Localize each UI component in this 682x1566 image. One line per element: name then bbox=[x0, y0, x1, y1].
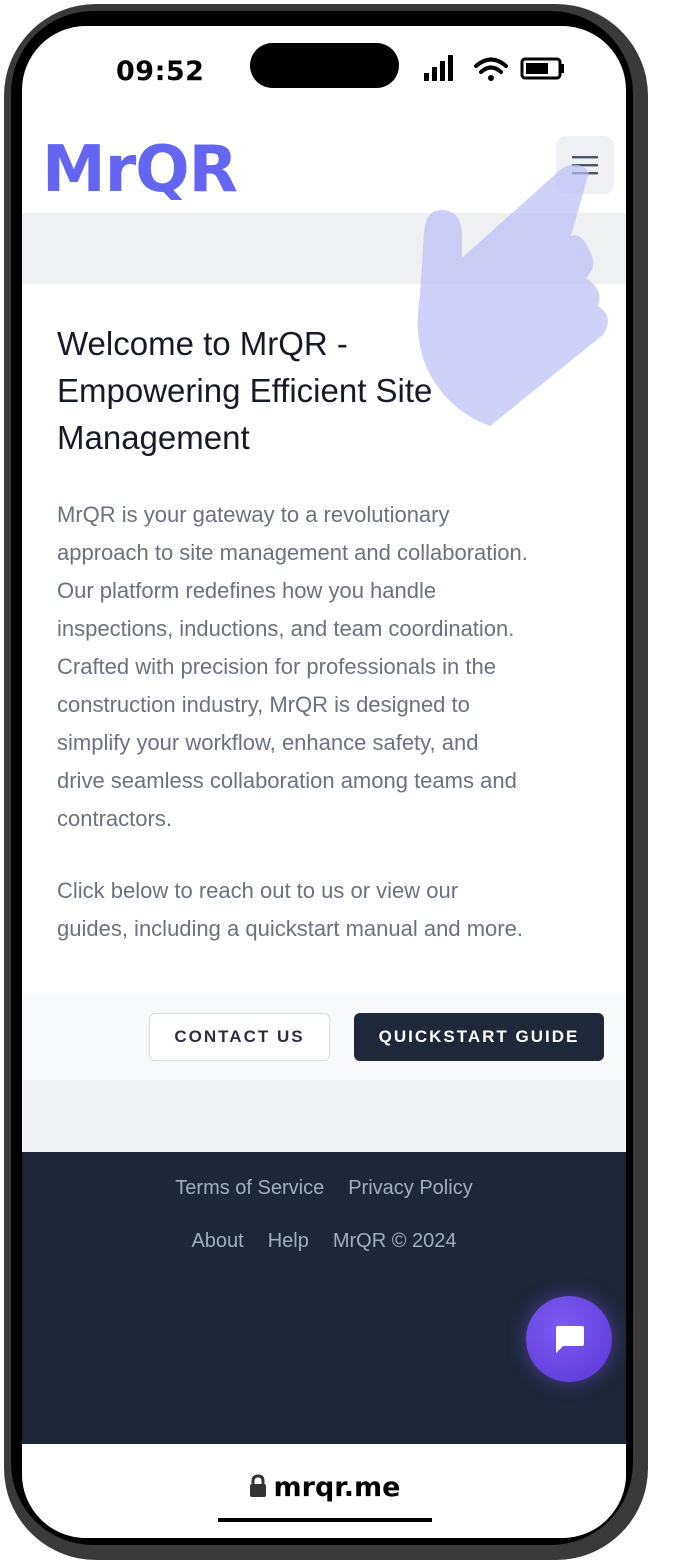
paragraph-line: Crafted with precision for professionals… bbox=[57, 654, 496, 679]
paragraph-line: Our platform redefines how you handle bbox=[57, 578, 437, 603]
dynamic-island bbox=[250, 43, 399, 88]
status-time: 09:52 bbox=[116, 56, 205, 87]
phone-screen: 09:52 MrQR Welcome to MrQR - Empowering … bbox=[22, 26, 626, 1538]
footer-copyright: MrQR © 2024 bbox=[332, 1230, 457, 1252]
footer-link-privacy[interactable]: Privacy Policy bbox=[348, 1177, 472, 1200]
paragraph-line: approach to site management and collabor… bbox=[57, 540, 528, 565]
status-bar: 09:52 bbox=[22, 26, 626, 116]
footer-link-terms[interactable]: Terms of Service bbox=[175, 1177, 324, 1200]
paragraph-line: contractors. bbox=[57, 806, 172, 831]
status-icons bbox=[424, 55, 564, 81]
headline-line: Empowering Efficient Site bbox=[57, 372, 433, 409]
paragraph-line: Click below to reach out to us or view o… bbox=[57, 878, 459, 903]
hamburger-menu-icon bbox=[572, 156, 598, 175]
content-spacer bbox=[22, 1080, 626, 1152]
home-indicator[interactable] bbox=[218, 1518, 432, 1522]
paragraph-line: simplify your workflow, enhance safety, … bbox=[57, 730, 479, 755]
footer-link-about[interactable]: About bbox=[191, 1230, 243, 1253]
quickstart-guide-button[interactable]: QUICKSTART GUIDE bbox=[354, 1013, 604, 1061]
intro-paragraph: MrQR is your gateway to a revolutionary … bbox=[57, 496, 605, 838]
logo-text: MrQR bbox=[42, 134, 237, 200]
headline-line: Management bbox=[57, 419, 250, 456]
chat-button[interactable] bbox=[526, 1296, 612, 1382]
site-footer: Terms of Service Privacy Policy About He… bbox=[22, 1152, 626, 1444]
paragraph-line: drive seamless collaboration among teams… bbox=[57, 768, 517, 793]
headline-line: Welcome to MrQR - bbox=[57, 325, 348, 362]
action-bar: CONTACT US QUICKSTART GUIDE bbox=[22, 994, 626, 1080]
cta-paragraph: Click below to reach out to us or view o… bbox=[57, 872, 605, 948]
paragraph-line: guides, including a quickstart manual an… bbox=[57, 916, 523, 941]
url-display[interactable]: mrqr.me bbox=[22, 1472, 626, 1503]
cellular-signal-icon bbox=[424, 55, 453, 81]
url-text: mrqr.me bbox=[273, 1472, 401, 1503]
mrqr-logo[interactable]: MrQR bbox=[42, 134, 282, 200]
contact-us-button[interactable]: CONTACT US bbox=[149, 1013, 330, 1061]
browser-url-bar[interactable]: mrqr.me bbox=[22, 1466, 626, 1538]
footer-links-row: About Help MrQR © 2024 bbox=[22, 1230, 626, 1253]
paragraph-line: MrQR is your gateway to a revolutionary bbox=[57, 502, 450, 527]
wifi-icon bbox=[474, 57, 508, 81]
lock-icon bbox=[249, 1474, 266, 1497]
site-header: MrQR bbox=[22, 126, 626, 212]
footer-link-help[interactable]: Help bbox=[268, 1230, 309, 1253]
welcome-headline: Welcome to MrQR - Empowering Efficient S… bbox=[57, 320, 527, 461]
paragraph-line: inspections, inductions, and team coordi… bbox=[57, 616, 515, 641]
header-divider-band bbox=[22, 213, 626, 284]
battery-icon bbox=[520, 57, 564, 80]
chat-bubble-icon bbox=[556, 1326, 584, 1353]
menu-button[interactable] bbox=[556, 136, 614, 194]
paragraph-line: construction industry, MrQR is designed … bbox=[57, 692, 470, 717]
footer-links-row: Terms of Service Privacy Policy bbox=[22, 1177, 626, 1200]
